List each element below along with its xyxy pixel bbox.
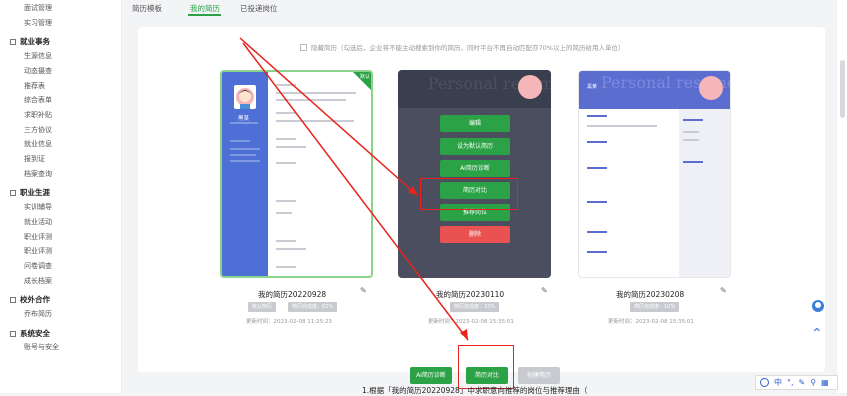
ime-lang[interactable]: 中 (774, 377, 782, 388)
ime-grid-icon[interactable]: ▦ (821, 378, 829, 387)
ime-mic-icon[interactable]: ✎ (799, 378, 806, 387)
ime-toolbar[interactable]: 中 °, ✎ ⚲ ▦ (755, 375, 838, 390)
customer-service-icon[interactable] (811, 298, 825, 317)
scrollbar-thumb[interactable] (840, 60, 845, 118)
ime-punct-icon[interactable]: °, (787, 378, 794, 387)
annotation-arrows (239, 37, 469, 341)
back-to-top-icon[interactable]: ⌃ (811, 326, 823, 342)
ime-user-icon[interactable]: ⚲ (810, 378, 816, 387)
right-scroll-rail (837, 0, 847, 393)
ime-logo-icon (760, 378, 769, 387)
